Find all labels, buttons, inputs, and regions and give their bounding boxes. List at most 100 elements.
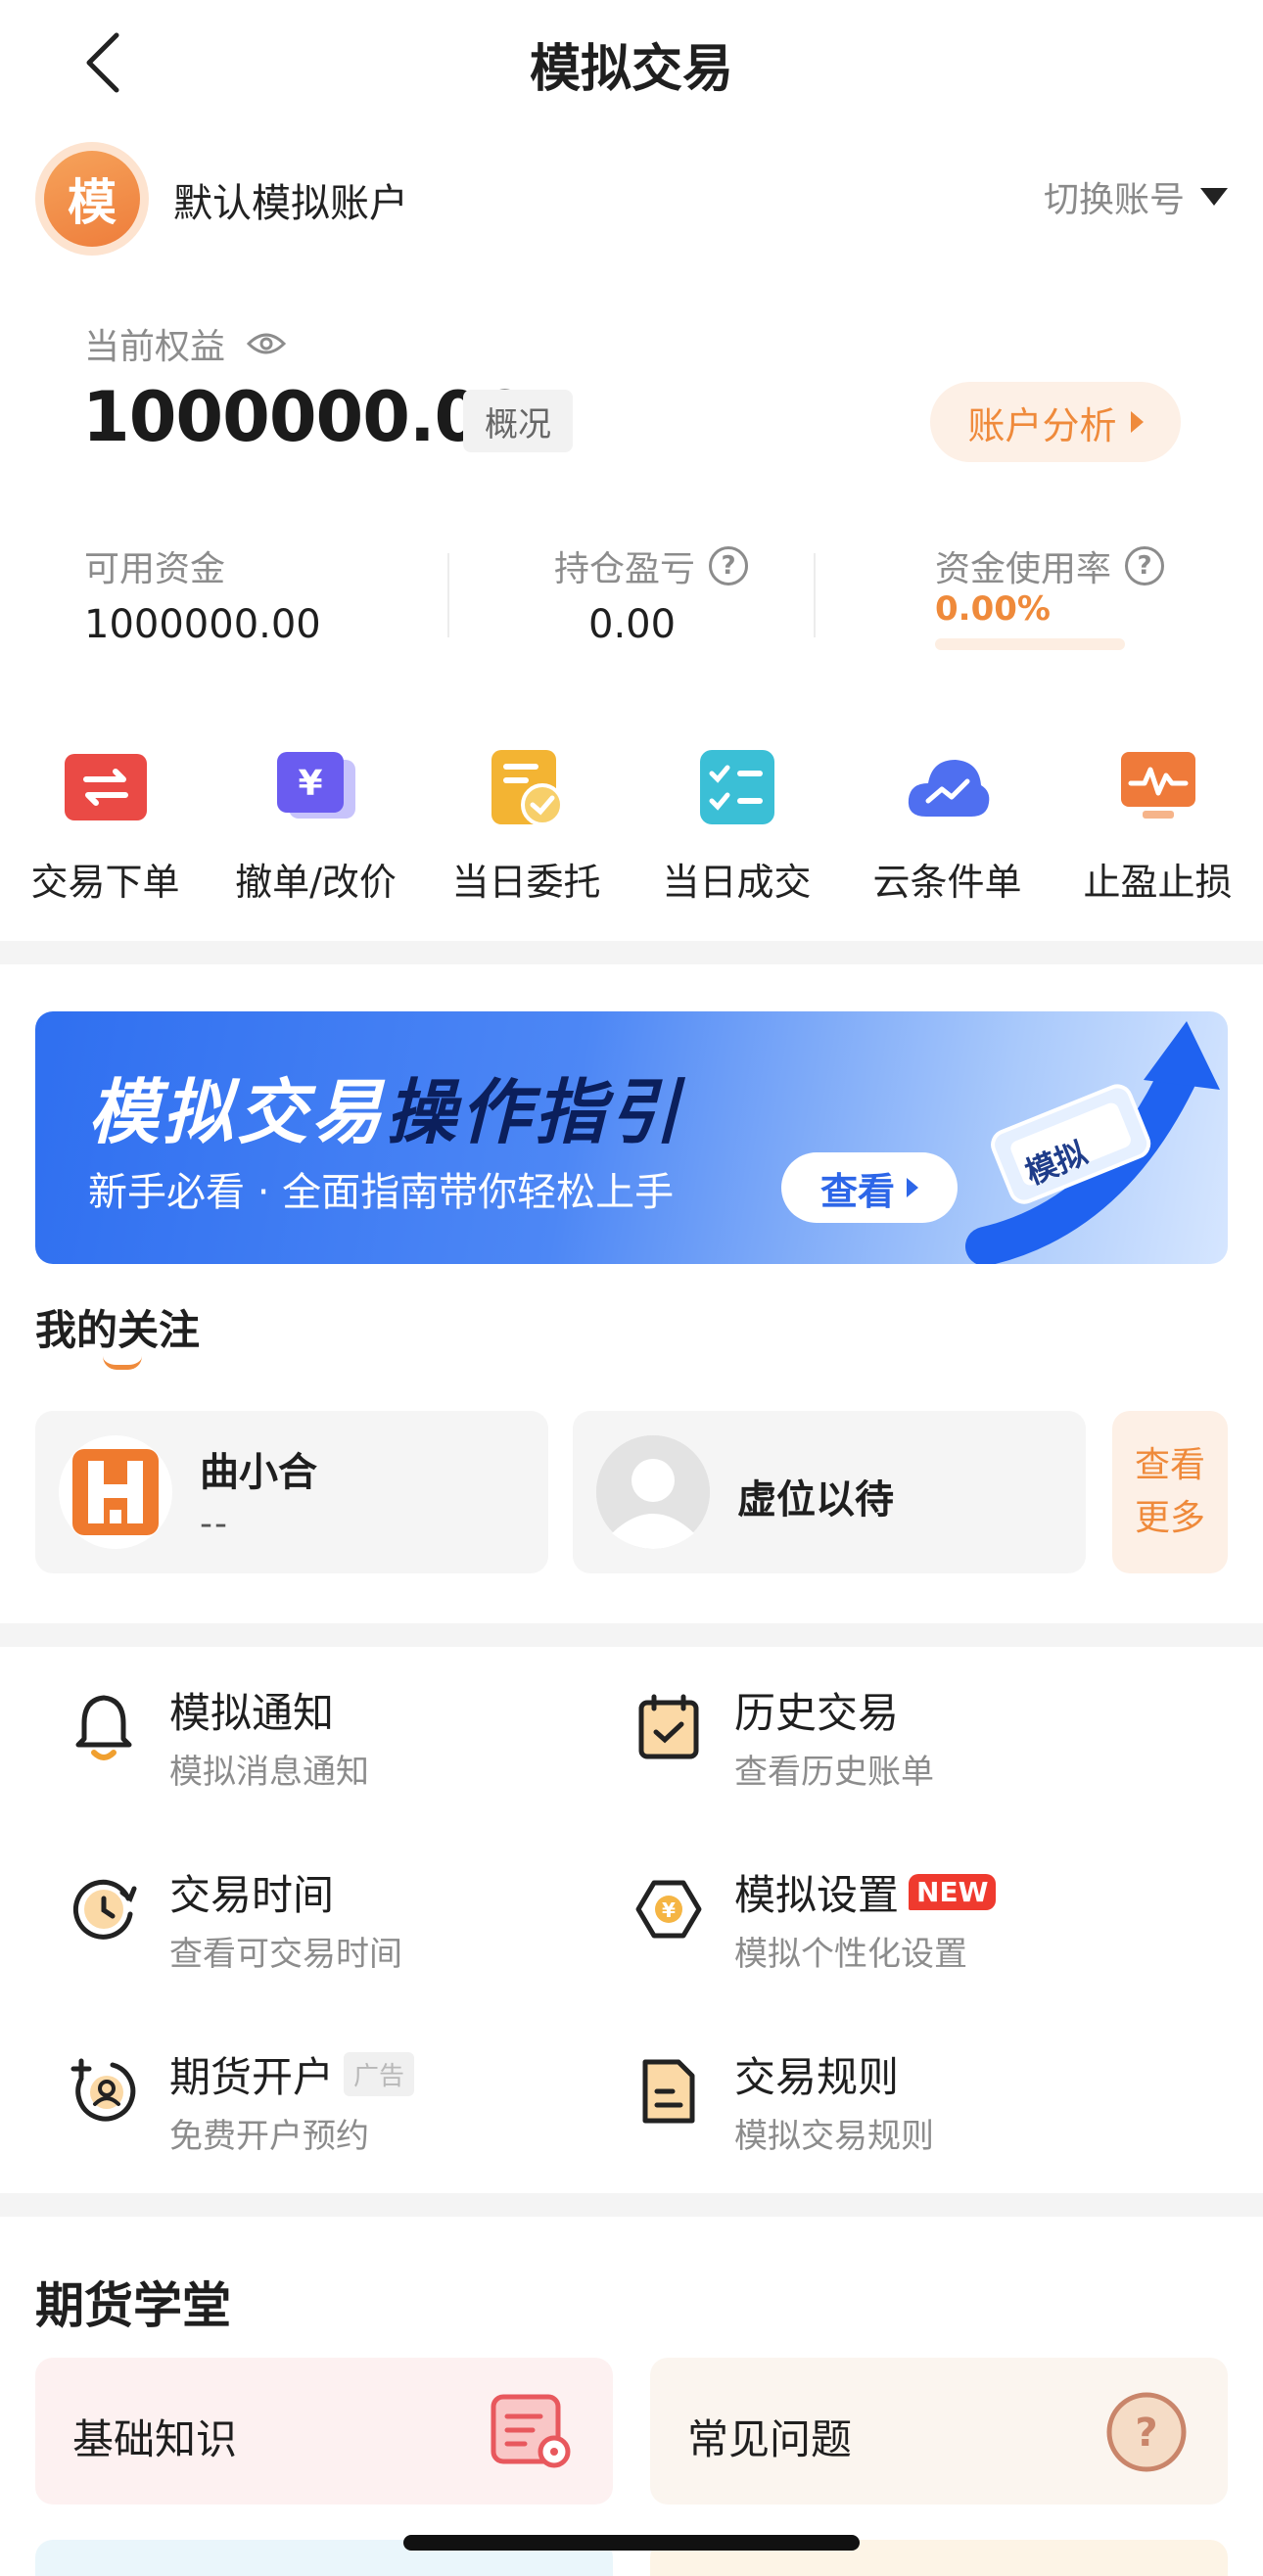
stat-divider (814, 553, 816, 637)
basic-knowledge-icon (490, 2390, 574, 2474)
stop-profit-loss-icon (1115, 744, 1201, 830)
svg-text:¥: ¥ (298, 764, 322, 804)
document-icon (632, 2054, 706, 2129)
academy-card-faq[interactable]: 常见问题 ? (650, 2358, 1228, 2505)
svg-text:?: ? (1135, 2411, 1157, 2456)
view-more-button[interactable]: 查看 更多 (1112, 1411, 1228, 1573)
trade-order-icon (63, 744, 149, 830)
menu-item-sub: 模拟消息通知 (169, 1753, 369, 1792)
menu-item-title-text: 交易规则 (734, 2053, 900, 2101)
switch-account-label: 切换账号 (1043, 180, 1185, 220)
menu-item-title-text: 历史交易 (734, 1689, 900, 1737)
following-card[interactable]: 曲小合 -- (35, 1411, 548, 1573)
settings-hex-icon: ¥ (632, 1872, 706, 1946)
position-pnl-label: 持仓盈亏 ? (554, 540, 749, 591)
switch-account-button[interactable]: 切换账号 (1044, 171, 1228, 222)
page-title: 模拟交易 (529, 40, 733, 99)
fund-usage-label: 资金使用率 ? (935, 540, 1165, 591)
banner-title: 模拟交易操作指引 (88, 1054, 683, 1157)
triangle-down-icon (1200, 188, 1228, 206)
ad-badge: 广告 (344, 2052, 415, 2096)
academy-card-label: 常见问题 (687, 2415, 853, 2463)
equity-label: 当前权益 (84, 327, 226, 367)
following-card[interactable]: 虚位以待 (573, 1411, 1086, 1573)
quick-action-trade-order[interactable]: 交易下单 (0, 744, 210, 906)
quick-action-daily-orders[interactable]: 当日委托 (421, 744, 632, 906)
available-funds-label-text: 可用资金 (84, 549, 226, 589)
stat-divider (447, 553, 449, 637)
menu-item-title-text: 期货开户 (169, 2053, 335, 2101)
menu-item-sub: 查看可交易时间 (169, 1935, 402, 1974)
title-underline (103, 1356, 142, 1370)
guide-banner[interactable]: 模拟交易操作指引 新手必看 · 全面指南带你轻松上手 查看 模拟 (35, 1011, 1228, 1264)
add-user-icon (67, 2054, 141, 2129)
view-more-line2: 更多 (1134, 1498, 1205, 1538)
eye-icon[interactable] (247, 330, 287, 357)
menu-item-title: 模拟通知 (169, 1680, 334, 1740)
fund-usage-bar (935, 638, 1125, 650)
cancel-modify-icon: ¥ (273, 744, 359, 830)
section-divider (0, 2193, 1263, 2217)
menu-item-title-text: 模拟通知 (169, 1689, 335, 1737)
account-avatar: 模 (35, 142, 149, 256)
quick-action-daily-trades[interactable]: 当日成交 (632, 744, 842, 906)
banner-subtitle: 新手必看 · 全面指南带你轻松上手 (88, 1170, 675, 1215)
position-pnl-value: 0.00 (588, 602, 677, 647)
following-name: 虚位以待 (737, 1477, 894, 1522)
banner-title-part2: 操作指引 (386, 1071, 684, 1153)
quick-action-cancel-modify[interactable]: ¥ 撤单/改价 (210, 744, 421, 906)
menu-item-title-text: 模拟设置 (734, 1871, 900, 1919)
menu-item-open-account[interactable]: 期货开户 广告 免费开户预约 (67, 2044, 615, 2162)
menu-item-title: 历史交易 (734, 1680, 899, 1740)
menu-item-sub: 查看历史账单 (734, 1753, 934, 1792)
available-funds-label: 可用资金 (84, 540, 225, 591)
account-analysis-label: 账户分析 (967, 403, 1117, 447)
triangle-right-icon (907, 1178, 918, 1197)
account-name: 默认模拟账户 (173, 181, 408, 226)
menu-item-settings[interactable]: ¥ 模拟设置 NEW 模拟个性化设置 (632, 1862, 1180, 1980)
menu-item-history[interactable]: 历史交易 查看历史账单 (632, 1680, 1180, 1798)
banner-title-part1: 模拟交易 (88, 1071, 387, 1153)
equity-label-row: 当前权益 (84, 318, 287, 369)
question-icon[interactable]: ? (1125, 546, 1165, 585)
academy-card-basics[interactable]: 基础知识 (35, 2358, 613, 2505)
menu-item-title: 交易时间 (169, 1862, 334, 1922)
home-indicator (403, 2535, 860, 2551)
following-title: 我的关注 (35, 1306, 201, 1354)
academy-card-label: 基础知识 (72, 2415, 238, 2463)
account-avatar-char: 模 (44, 151, 140, 247)
brand-logo-icon (59, 1435, 172, 1549)
equity-value: 1000000.00 (82, 377, 529, 457)
bell-icon (67, 1690, 141, 1764)
rising-arrow-illustration (965, 1021, 1220, 1264)
quick-action-label: 交易下单 (30, 861, 180, 904)
svg-text:¥: ¥ (662, 1898, 676, 1922)
menu-item-title: 交易规则 (734, 2044, 899, 2104)
quick-action-stop-profit-loss[interactable]: 止盈止损 (1052, 744, 1263, 906)
position-pnl-label-text: 持仓盈亏 (554, 549, 696, 589)
clock-icon (67, 1872, 141, 1946)
available-funds-value: 1000000.00 (84, 602, 321, 647)
question-icon[interactable]: ? (709, 546, 749, 585)
daily-trades-icon (694, 744, 780, 830)
triangle-right-icon (1130, 411, 1144, 433)
menu-item-title-text: 交易时间 (169, 1871, 335, 1919)
following-name: 曲小合 (200, 1450, 317, 1495)
section-divider (0, 1623, 1263, 1647)
quick-action-cloud-condition[interactable]: 云条件单 (842, 744, 1052, 906)
quick-action-label: 撤单/改价 (235, 861, 397, 904)
account-analysis-button[interactable]: 账户分析 (930, 382, 1181, 462)
daily-orders-icon (484, 744, 570, 830)
banner-view-label: 查看 (819, 1169, 895, 1213)
placeholder-avatar-icon (596, 1435, 710, 1549)
menu-item-rules[interactable]: 交易规则 模拟交易规则 (632, 2044, 1180, 2162)
menu-item-sub: 模拟交易规则 (734, 2117, 934, 2156)
menu-item-notice[interactable]: 模拟通知 模拟消息通知 (67, 1680, 615, 1798)
menu-item-trading-hours[interactable]: 交易时间 查看可交易时间 (67, 1862, 615, 1980)
quick-action-label: 云条件单 (872, 861, 1022, 904)
menu-item-title: 期货开户 广告 (169, 2044, 415, 2104)
banner-view-button[interactable]: 查看 (781, 1152, 958, 1223)
overview-button[interactable]: 概况 (463, 390, 573, 452)
menu-item-sub: 免费开户预约 (169, 2117, 369, 2156)
section-divider (0, 941, 1263, 964)
